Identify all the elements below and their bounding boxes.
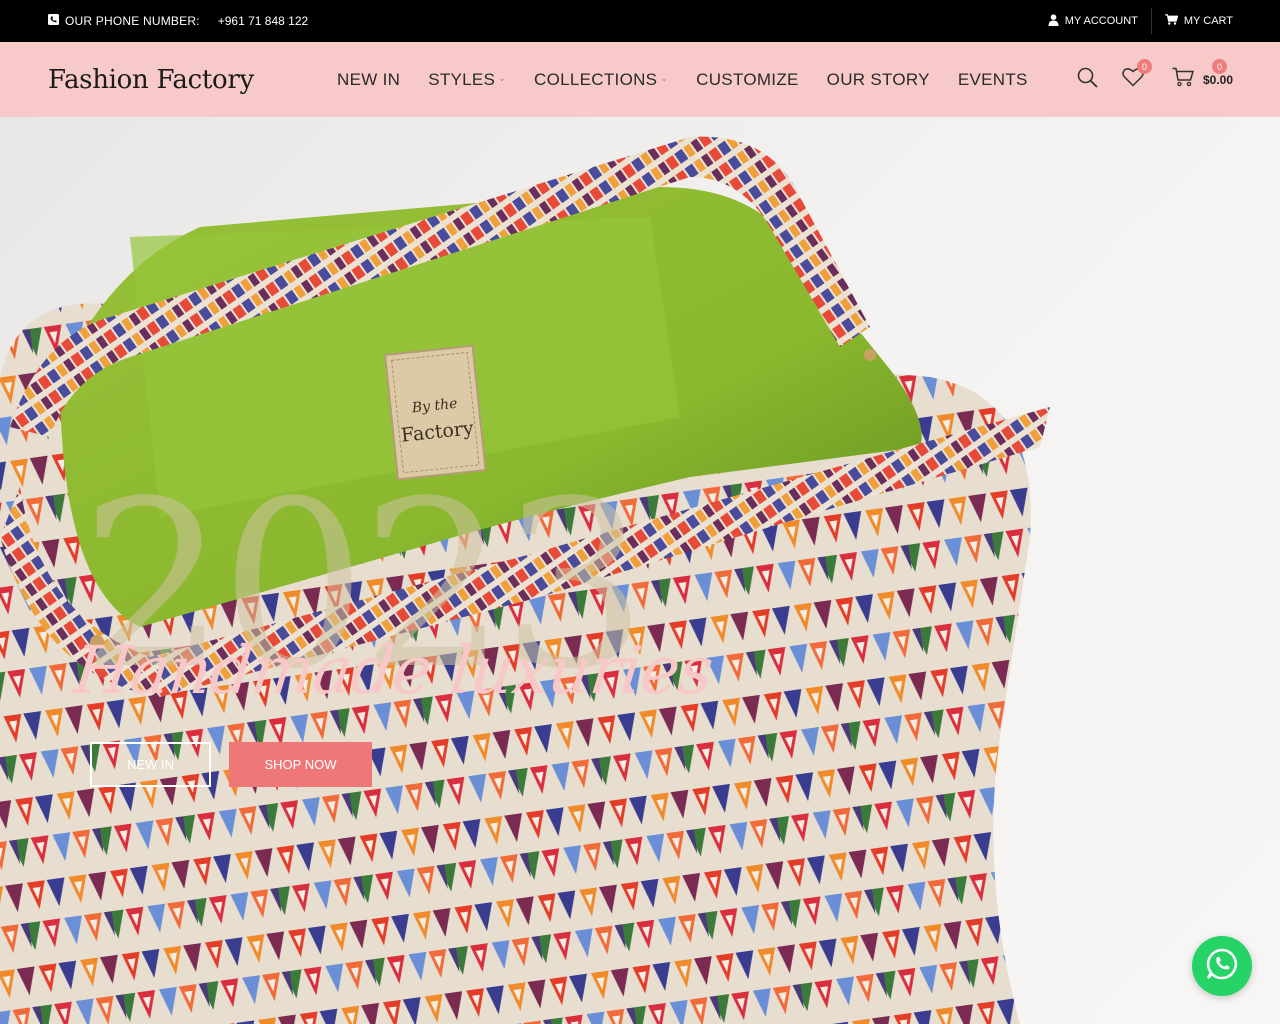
logo[interactable]: Fashion Factory [48, 65, 300, 95]
shop-now-button[interactable]: SHOP NOW [229, 742, 372, 787]
nav-collections[interactable]: COLLECTIONS ⌄ [534, 70, 668, 90]
new-in-button[interactable]: NEW IN [90, 742, 211, 787]
main-header: Fashion Factory NEW IN STYLES ⌄ COLLECTIO… [0, 42, 1280, 117]
nav-label: OUR STORY [826, 69, 930, 89]
cart-total: $0.00 [1202, 72, 1233, 87]
nav-our-story[interactable]: OUR STORY [827, 70, 930, 90]
cart-icon [1172, 67, 1194, 92]
hero-tagline: Handmade luxuries [69, 632, 716, 709]
search-button[interactable] [1077, 67, 1098, 93]
cart-button[interactable]: 0 $0.00 [1172, 59, 1233, 92]
phone-icon [48, 14, 59, 28]
chevron-down-icon: ⌄ [660, 73, 669, 83]
nav-new-in[interactable]: NEW IN [337, 70, 400, 90]
nav-label: COLLECTIONS [534, 69, 658, 89]
whatsapp-icon [1205, 947, 1239, 986]
search-icon [1077, 67, 1098, 93]
wishlist-button[interactable]: 0 [1122, 59, 1152, 92]
chevron-down-icon: ⌄ [498, 73, 507, 83]
main-nav: NEW IN STYLES ⌄ COLLECTIONS ⌄ CUSTOMIZE OU… [337, 70, 1056, 90]
user-icon [1048, 13, 1059, 29]
nav-label: CUSTOMIZE [696, 69, 799, 89]
my-cart-label: MY CART [1183, 15, 1233, 27]
top-bar: OUR PHONE NUMBER: +961 71 848 122 MY ACC… [0, 0, 1280, 42]
top-bar-links: MY ACCOUNT MY CART [1035, 0, 1233, 42]
hero-banner: By the Factory 2023 Handmade luxuries NEW… [0, 117, 1280, 1024]
nav-customize[interactable]: CUSTOMIZE [696, 70, 799, 90]
whatsapp-chat-button[interactable] [1192, 936, 1252, 996]
cart-count-badge: 0 [1212, 59, 1227, 74]
my-account-link[interactable]: MY ACCOUNT [1035, 0, 1151, 42]
my-account-label: MY ACCOUNT [1064, 15, 1138, 27]
nav-events[interactable]: EVENTS [958, 70, 1028, 90]
my-cart-link[interactable]: MY CART [1152, 0, 1233, 42]
wishlist-count-badge: 0 [1136, 59, 1152, 74]
cart-icon [1164, 14, 1179, 28]
nav-label: STYLES [428, 69, 496, 89]
phone-number[interactable]: +961 71 848 122 [218, 14, 308, 28]
nav-label: NEW IN [337, 69, 401, 89]
nav-styles[interactable]: STYLES ⌄ [428, 70, 506, 90]
phone-info: OUR PHONE NUMBER: +961 71 848 122 [48, 14, 308, 28]
header-icons: 0 0 $0.00 [1077, 59, 1233, 93]
nav-label: EVENTS [957, 69, 1028, 89]
phone-label: OUR PHONE NUMBER: [65, 14, 200, 28]
logo-text: Fashion Factory [48, 64, 254, 95]
